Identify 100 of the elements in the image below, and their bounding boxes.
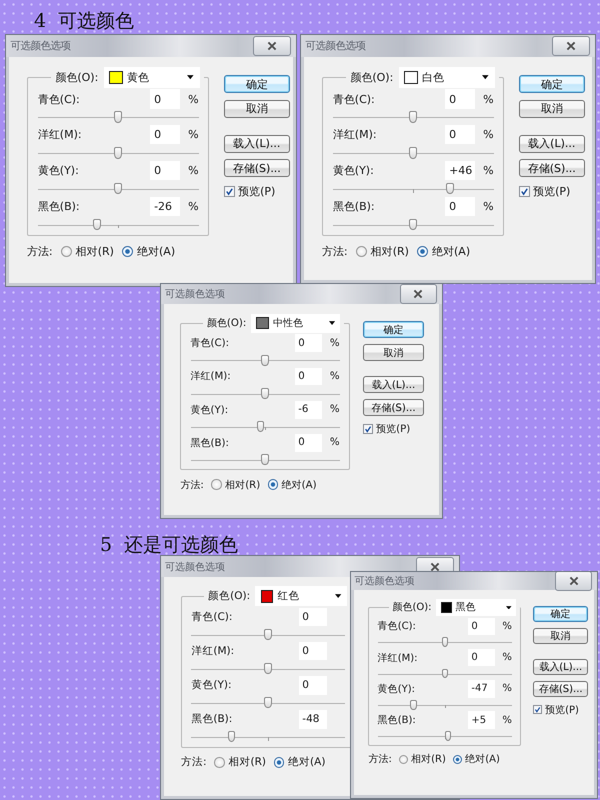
radio-label: 绝对(A) <box>465 752 500 766</box>
color-label: 颜色(O): <box>206 316 246 330</box>
radio-label: 相对(R) <box>228 755 266 770</box>
channel-label: 黄色(Y): <box>191 678 233 692</box>
color-dropdown[interactable]: 白色 <box>398 66 494 88</box>
value-field[interactable]: 0 <box>294 334 322 352</box>
color-label: 颜色(O): <box>208 589 250 604</box>
dialog-button[interactable]: 取消 <box>224 100 290 118</box>
value-field[interactable]: 0 <box>294 368 322 386</box>
channel-label: 洋红(M): <box>38 127 83 142</box>
value-field[interactable]: 0 <box>298 608 327 626</box>
checkbox-label: 预览(P) <box>533 184 570 199</box>
value-field[interactable]: 0 <box>298 676 327 694</box>
channel-label: 洋红(M): <box>190 370 232 384</box>
radio-label: 绝对(A) <box>282 478 317 492</box>
percent-unit: % <box>187 128 199 142</box>
percent-unit: % <box>501 683 512 694</box>
channel-label: 黄色(Y): <box>378 682 416 696</box>
percent-unit: % <box>328 338 340 349</box>
channel-label: 黄色(Y): <box>332 162 375 178</box>
value-field[interactable]: +46 <box>445 160 475 180</box>
value-field[interactable]: -6 <box>294 400 322 419</box>
dialog-button[interactable]: 存储(S)... <box>533 680 588 698</box>
method-label: 方法: <box>26 244 53 259</box>
radio-label: 相对(R) <box>370 244 409 259</box>
percent-unit: % <box>501 652 512 664</box>
channel-label: 青色(C): <box>378 620 417 634</box>
dialog-button[interactable]: 确定 <box>533 606 588 622</box>
color-dropdown[interactable]: 红色 <box>255 586 347 606</box>
window-title: 可选颜色选项 <box>165 560 226 574</box>
step-heading: 4 可选颜色 <box>34 9 134 34</box>
value-field[interactable]: 0 <box>468 618 495 635</box>
checkbox-label: 预览(P) <box>545 704 579 717</box>
channel-label: 洋红(M): <box>378 652 419 665</box>
value-field[interactable]: +5 <box>468 711 495 729</box>
percent-unit: % <box>482 164 494 177</box>
dialog-button[interactable]: 取消 <box>533 628 588 644</box>
window-title: 可选颜色选项 <box>354 574 415 588</box>
step-heading: 5 还是可选颜色 <box>100 533 238 558</box>
dialog-button[interactable]: 载入(L)... <box>533 658 588 676</box>
value-field[interactable]: 0 <box>150 160 180 180</box>
value-field[interactable]: 0 <box>445 89 475 109</box>
dialog-button[interactable]: 确定 <box>224 75 290 94</box>
radio-label: 相对(R) <box>411 752 446 766</box>
channel-label: 洋红(M): <box>332 127 378 142</box>
dialog-button[interactable]: 载入(L)... <box>518 134 585 153</box>
radio-label: 绝对(A) <box>288 755 326 770</box>
value-field[interactable]: 0 <box>468 648 495 666</box>
channel-label: 黑色(B): <box>378 714 417 728</box>
color-label: 颜色(O): <box>392 600 432 614</box>
window-title: 可选颜色选项 <box>10 39 70 53</box>
value-field[interactable]: -26 <box>150 196 180 216</box>
value-field[interactable]: 0 <box>150 89 180 109</box>
channel-label: 青色(C): <box>38 92 81 107</box>
channel-label: 青色(C): <box>191 610 234 624</box>
value-field[interactable]: 0 <box>298 642 327 660</box>
method-label: 方法: <box>180 478 204 492</box>
color-label: 颜色(O): <box>350 70 394 85</box>
percent-unit: % <box>187 92 199 106</box>
dialog-button[interactable]: 载入(L)... <box>224 134 290 153</box>
value-field[interactable]: 0 <box>294 434 322 452</box>
channel-label: 黄色(Y): <box>190 404 230 417</box>
value-field[interactable]: -48 <box>298 710 327 729</box>
percent-unit: % <box>501 620 512 632</box>
dialog-button[interactable]: 确定 <box>362 321 424 338</box>
dialog-button[interactable]: 存储(S)... <box>518 159 585 178</box>
dialog-button[interactable]: 存储(S)... <box>224 159 290 178</box>
percent-unit: % <box>328 437 340 448</box>
channel-label: 黑色(B): <box>190 436 230 450</box>
dialog-button[interactable]: 取消 <box>362 344 424 361</box>
percent-unit: % <box>501 714 512 726</box>
window-title: 可选颜色选项 <box>165 288 226 302</box>
percent-unit: % <box>187 164 199 177</box>
checkbox-label: 预览(P) <box>238 184 276 199</box>
channel-label: 黄色(Y): <box>38 162 80 178</box>
value-field[interactable]: 0 <box>445 196 475 216</box>
color-dropdown[interactable]: 中性色 <box>251 314 340 333</box>
color-dropdown[interactable]: 黑色 <box>436 598 516 616</box>
window-title: 可选颜色选项 <box>305 39 366 53</box>
method-label: 方法: <box>180 755 206 770</box>
radio-label: 相对(R) <box>225 478 260 492</box>
value-field[interactable]: 0 <box>445 125 475 144</box>
checkbox-label: 预览(P) <box>376 423 410 436</box>
channel-label: 青色(C): <box>190 336 230 350</box>
dialog-button[interactable]: 载入(L)... <box>362 376 424 394</box>
value-field[interactable]: 0 <box>150 125 180 144</box>
channel-label: 黑色(B): <box>191 712 234 726</box>
dialog-button[interactable]: 存储(S)... <box>362 399 424 416</box>
radio-label: 绝对(A) <box>137 244 176 259</box>
percent-unit: % <box>328 404 340 416</box>
value-field[interactable]: -47 <box>468 680 495 698</box>
percent-unit: % <box>482 92 494 106</box>
color-dropdown[interactable]: 黄色 <box>104 66 200 88</box>
channel-label: 黑色(B): <box>38 198 81 214</box>
percent-unit: % <box>482 128 494 142</box>
method-label: 方法: <box>322 244 348 259</box>
dialog-button[interactable]: 确定 <box>518 75 585 94</box>
dialog-button[interactable]: 取消 <box>518 100 585 118</box>
channel-label: 黑色(B): <box>332 198 376 214</box>
method-label: 方法: <box>368 752 392 766</box>
